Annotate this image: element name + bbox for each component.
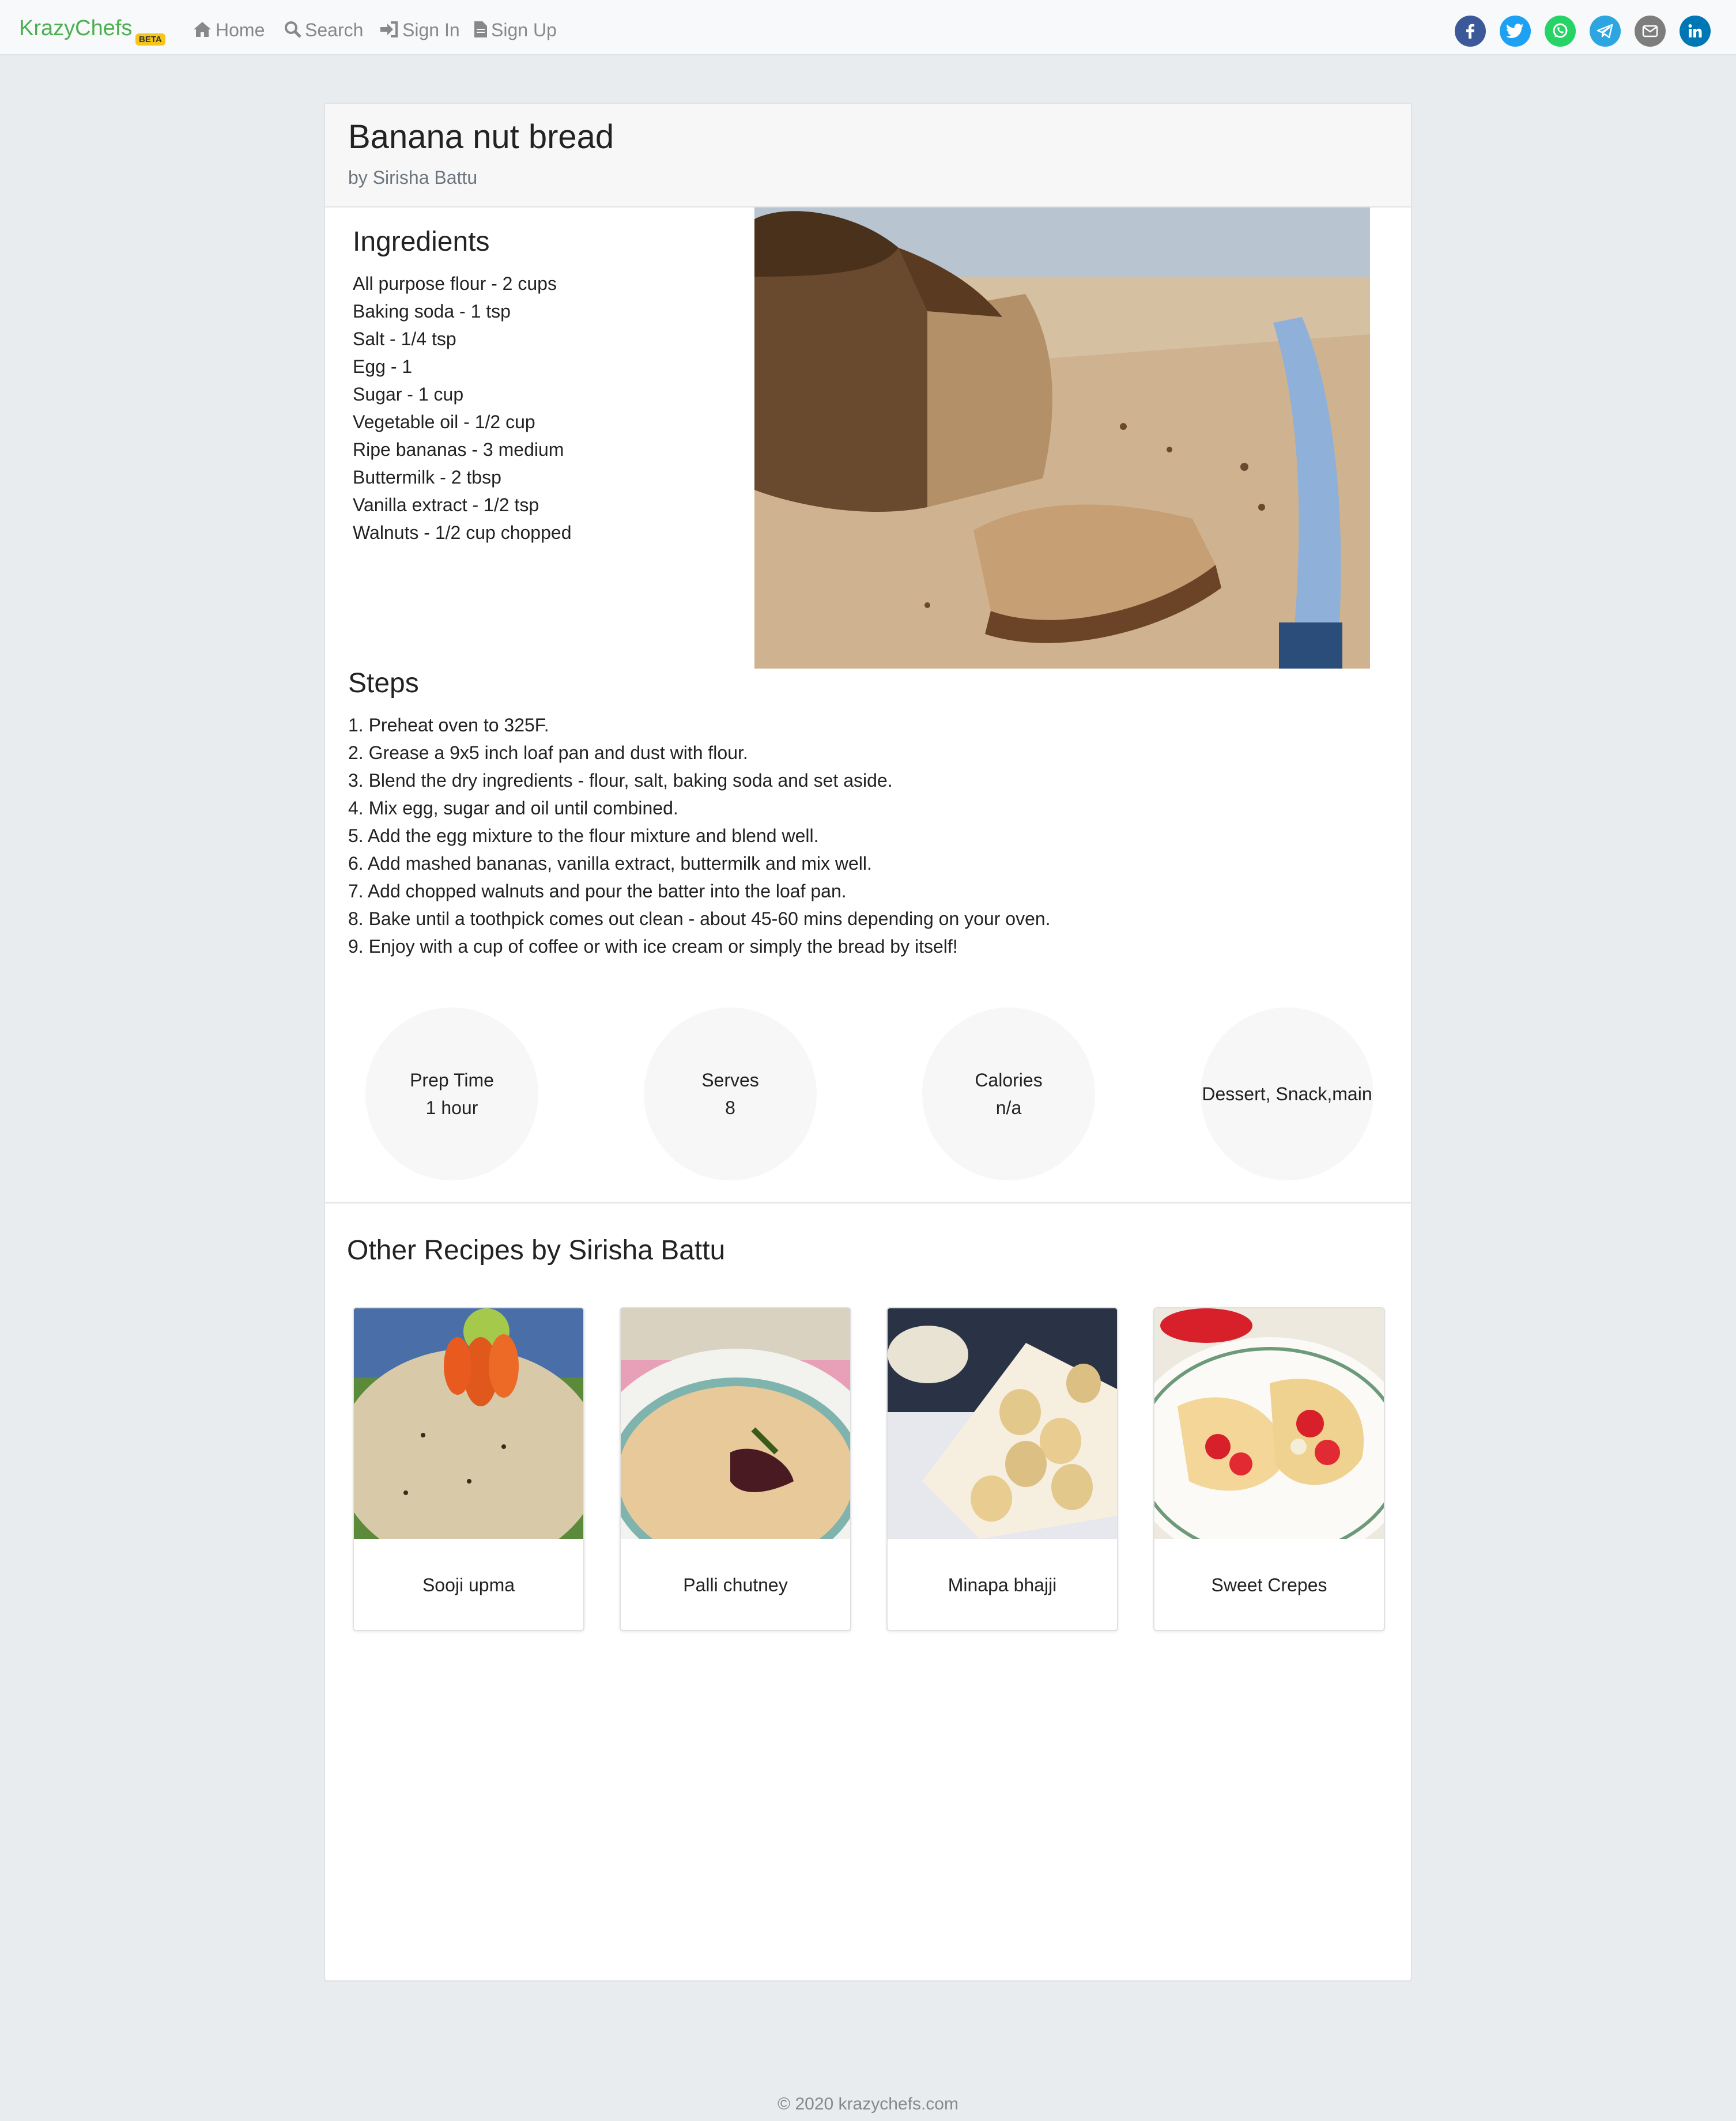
ingredient-item: Sugar - 1 cup: [353, 384, 464, 405]
recipe-card: Banana nut bread by Sirisha Battu Ingred…: [324, 103, 1412, 1982]
recipe-thumb-name: Minapa bhajji: [948, 1575, 1057, 1595]
recipe-thumb-name: Sooji upma: [422, 1575, 515, 1595]
step-item: 3. Blend the dry ingredients - flour, sa…: [348, 770, 893, 791]
beta-badge: BETA: [135, 33, 165, 46]
nav-signup-label: Sign Up: [491, 20, 557, 40]
step-item: 2. Grease a 9x5 inch loaf pan and dust w…: [348, 742, 748, 763]
recipe-thumb-card[interactable]: Sweet Crepes: [1153, 1307, 1385, 1631]
recipe-photo: [754, 207, 1370, 669]
recipe-header: Banana nut bread by Sirisha Battu: [325, 104, 1411, 207]
footer-copyright: © 2020 krazychefs.com: [778, 2094, 958, 2114]
ingredient-item: Buttermilk - 2 tbsp: [353, 467, 501, 488]
brand-logo[interactable]: KrazyChefs: [19, 16, 132, 41]
step-item: 1. Preheat oven to 325F.: [348, 715, 549, 735]
ingredient-item: Vegetable oil - 1/2 cup: [353, 412, 535, 432]
nav-signin-label: Sign In: [402, 20, 460, 40]
serves-stat: Serves 8: [644, 1007, 817, 1180]
recipe-thumb-card[interactable]: Minapa bhajji: [886, 1307, 1118, 1631]
navbar: KrazyChefs BETA Home Search Sign In Sign…: [0, 0, 1736, 55]
telegram-icon[interactable]: [1590, 16, 1621, 47]
category-value: Dessert, Snack,main: [1202, 1084, 1372, 1104]
recipe-author[interactable]: by Sirisha Battu: [348, 167, 477, 188]
home-icon: [194, 22, 211, 37]
recipe-thumb-card[interactable]: Sooji upma: [353, 1307, 584, 1631]
ingredient-item: Walnuts - 1/2 cup chopped: [353, 522, 572, 543]
whatsapp-icon[interactable]: [1545, 16, 1576, 47]
calories-value: n/a: [995, 1097, 1022, 1118]
recipe-title: Banana nut bread: [348, 118, 614, 156]
section-divider: [325, 1202, 1411, 1203]
ingredient-item: Salt - 1/4 tsp: [353, 329, 456, 349]
recipe-thumb-name: Sweet Crepes: [1211, 1575, 1327, 1595]
facebook-icon[interactable]: [1455, 16, 1486, 47]
recipe-thumb-name: Palli chutney: [683, 1575, 788, 1595]
steps-heading: Steps: [348, 668, 419, 699]
ingredient-item: Ripe bananas - 3 medium: [353, 439, 564, 460]
ingredient-item: All purpose flour - 2 cups: [353, 273, 557, 294]
steps-list: 1. Preheat oven to 325F. 2. Grease a 9x5…: [348, 711, 1051, 960]
category-stat: Dessert, Snack,main: [1201, 1007, 1373, 1180]
nav-signin-link[interactable]: Sign In: [379, 20, 460, 41]
step-item: 5. Add the egg mixture to the flour mixt…: [348, 825, 819, 846]
twitter-icon[interactable]: [1500, 16, 1531, 47]
nav-signup-link[interactable]: Sign Up: [474, 20, 557, 41]
ingredient-item: Baking soda - 1 tsp: [353, 301, 511, 322]
prep-time-stat: Prep Time 1 hour: [365, 1007, 538, 1180]
prep-time-value: 1 hour: [425, 1097, 478, 1118]
calories-stat: Calories n/a: [922, 1007, 1095, 1180]
nav-home-label: Home: [216, 20, 265, 40]
search-icon: [285, 21, 301, 38]
nav-search-link[interactable]: Search: [284, 20, 363, 41]
step-item: 6. Add mashed bananas, vanilla extract, …: [348, 853, 872, 874]
serves-label: Serves: [701, 1070, 759, 1090]
ingredients-heading: Ingredients: [353, 227, 490, 257]
recipe-thumb-image: [888, 1308, 1117, 1539]
step-item: 9. Enjoy with a cup of coffee or with ic…: [348, 936, 958, 957]
recipe-thumb-image: [354, 1308, 583, 1568]
ingredient-item: Vanilla extract - 1/2 tsp: [353, 495, 539, 515]
ingredients-list: All purpose flour - 2 cups Baking soda -…: [353, 270, 571, 546]
other-recipes-heading: Other Recipes by Sirisha Battu: [347, 1235, 726, 1266]
recipe-thumb-image: [1154, 1308, 1384, 1568]
linkedin-icon[interactable]: [1680, 16, 1711, 47]
nav-home-link[interactable]: Home: [193, 20, 265, 41]
serves-value: 8: [725, 1097, 735, 1118]
recipe-thumb-card[interactable]: Palli chutney: [620, 1307, 851, 1631]
sign-in-icon: [380, 21, 398, 37]
document-icon: [474, 21, 487, 37]
prep-time-label: Prep Time: [410, 1070, 494, 1090]
step-item: 8. Bake until a toothpick comes out clea…: [348, 908, 1051, 929]
calories-label: Calories: [975, 1070, 1043, 1090]
nav-search-label: Search: [305, 20, 364, 40]
step-item: 4. Mix egg, sugar and oil until combined…: [348, 798, 678, 818]
ingredient-item: Egg - 1: [353, 356, 413, 377]
recipe-thumb-image: [621, 1308, 850, 1591]
step-item: 7. Add chopped walnuts and pour the batt…: [348, 881, 847, 901]
email-icon[interactable]: [1635, 16, 1666, 47]
